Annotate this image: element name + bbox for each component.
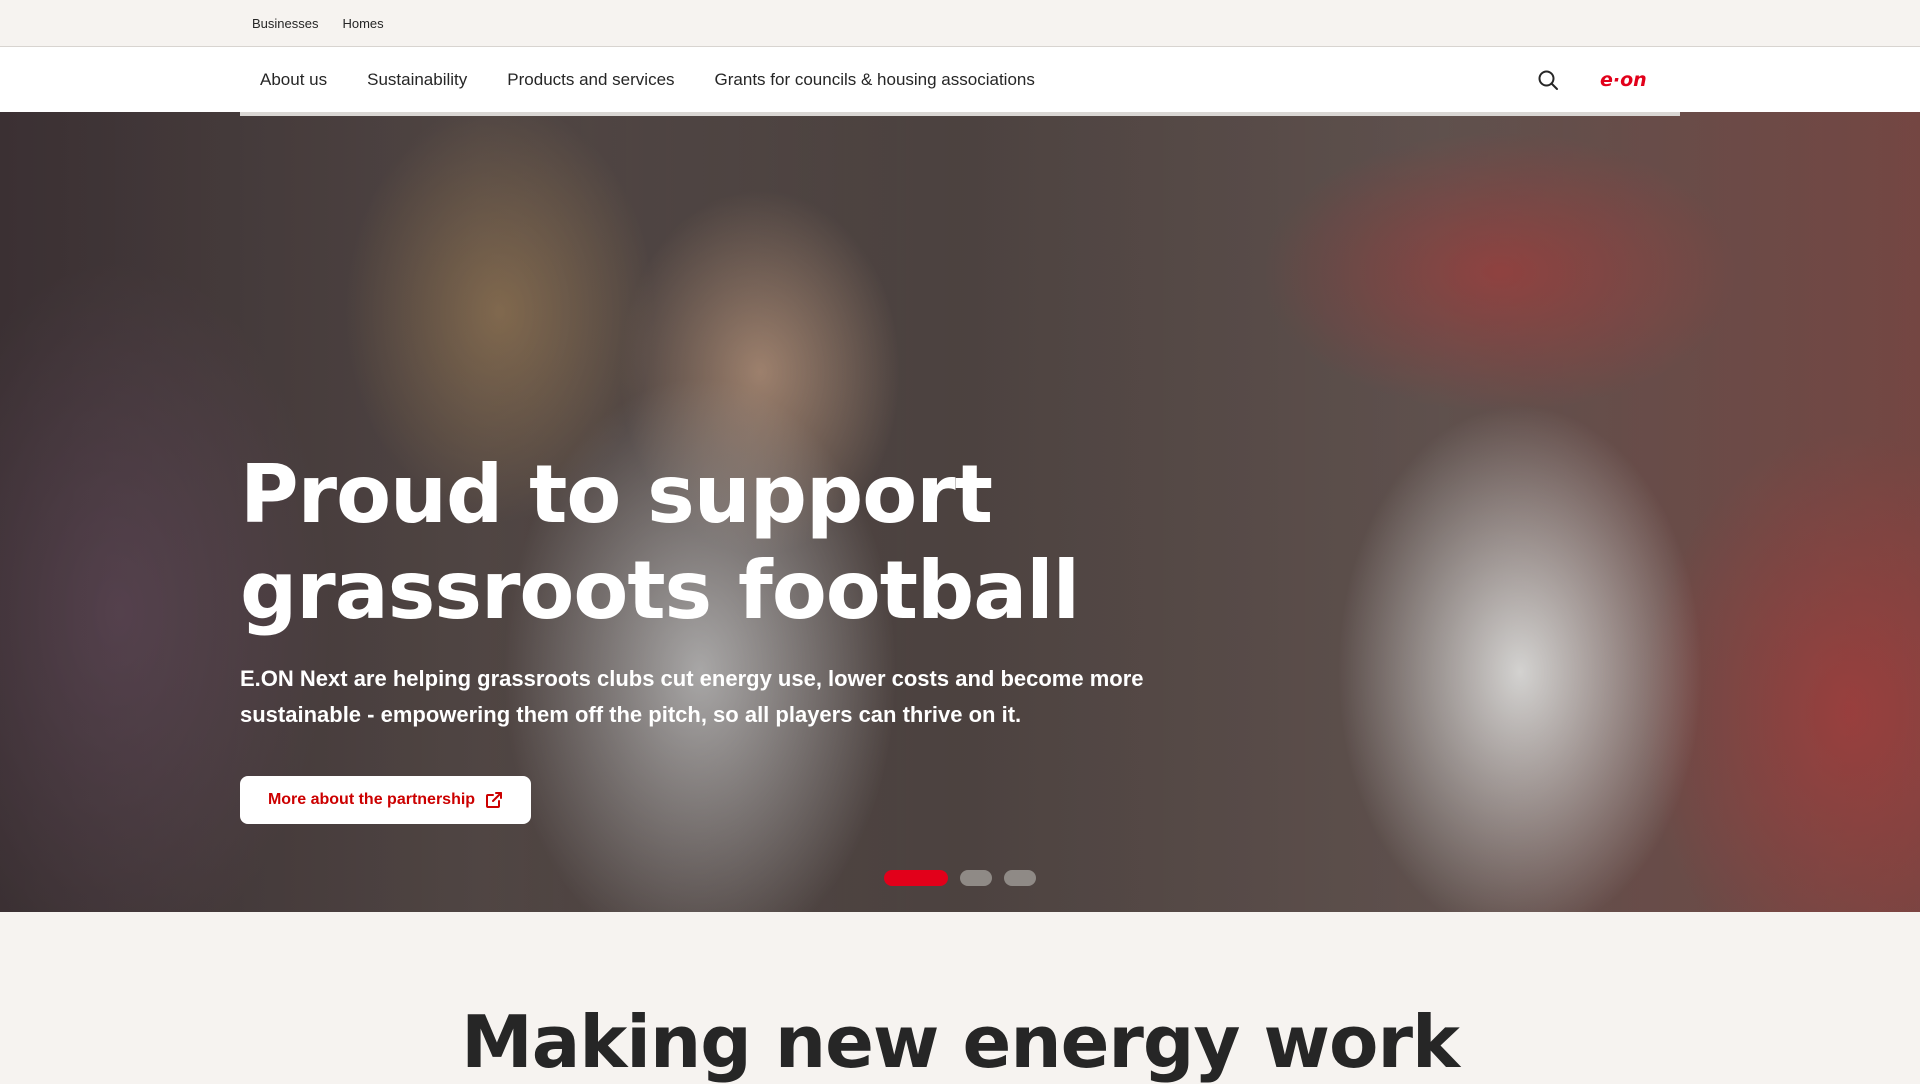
utility-nav: Businesses Homes bbox=[252, 0, 384, 47]
carousel-dot-3[interactable] bbox=[1004, 870, 1036, 886]
hero-carousel: Proud to support grassroots football E.O… bbox=[0, 112, 1920, 912]
hero-description: E.ON Next are helping grassroots clubs c… bbox=[240, 666, 1144, 727]
external-link-icon bbox=[486, 792, 503, 808]
hero-title: Proud to support grassroots football bbox=[240, 447, 1240, 639]
utility-link-homes[interactable]: Homes bbox=[342, 16, 383, 31]
carousel-dot-2[interactable] bbox=[960, 870, 992, 886]
nav-item-products-and-services[interactable]: Products and services bbox=[487, 70, 694, 90]
more-about-partnership-button[interactable]: More about the partnership bbox=[240, 776, 531, 824]
hero-top-border bbox=[240, 112, 1680, 116]
hero-title-line-1: Proud to support bbox=[240, 448, 993, 541]
carousel-dot-1[interactable] bbox=[884, 870, 948, 886]
carousel-pagination bbox=[884, 870, 1036, 886]
main-nav: About us Sustainability Products and ser… bbox=[0, 47, 1920, 112]
section-title: Making new energy work bbox=[461, 1000, 1460, 1084]
utility-link-businesses[interactable]: Businesses bbox=[252, 16, 318, 31]
cta-label: More about the partnership bbox=[267, 791, 476, 808]
svg-text:e·on: e·on bbox=[1600, 69, 1647, 91]
search-icon[interactable] bbox=[1536, 68, 1560, 92]
nav-item-sustainability[interactable]: Sustainability bbox=[347, 70, 487, 90]
hero-title-line-2: grassroots football bbox=[240, 544, 1080, 637]
hero-content: Proud to support grassroots football E.O… bbox=[240, 447, 1240, 733]
eon-logo[interactable]: e·on bbox=[1600, 69, 1656, 91]
nav-right: e·on bbox=[1536, 68, 1680, 92]
nav-item-about-us[interactable]: About us bbox=[240, 70, 347, 90]
nav-item-grants[interactable]: Grants for councils & housing associatio… bbox=[695, 70, 1055, 90]
utility-bar: Businesses Homes bbox=[0, 0, 1920, 47]
